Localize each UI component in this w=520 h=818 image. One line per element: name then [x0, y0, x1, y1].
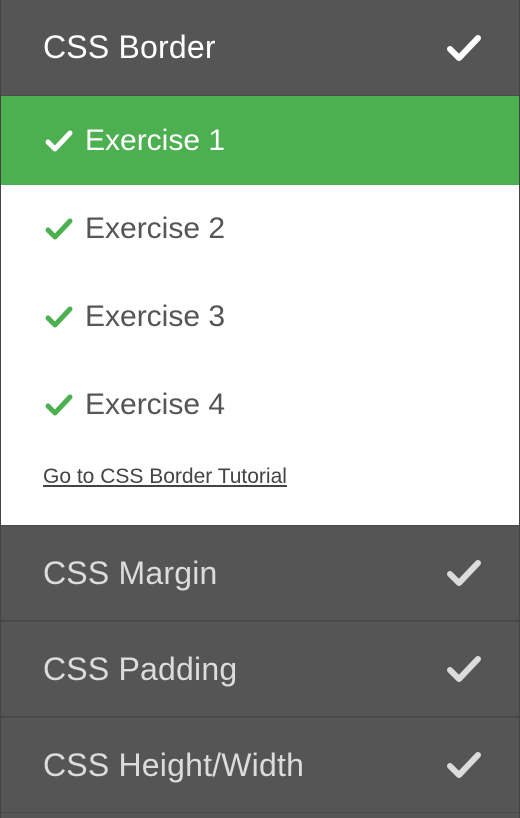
- section-title: CSS Margin: [43, 554, 218, 591]
- exercise-item-1[interactable]: Exercise 1: [1, 96, 519, 185]
- checkmark-icon: [447, 751, 481, 779]
- exercise-label: Exercise 3: [85, 300, 226, 333]
- checkmark-icon: [45, 305, 73, 329]
- checkmark-icon: [45, 129, 73, 153]
- exercise-item-2[interactable]: Exercise 2: [1, 185, 519, 273]
- exercise-label: Exercise 4: [85, 388, 226, 421]
- checkmark-icon: [447, 34, 481, 62]
- section-title: CSS Padding: [43, 650, 238, 687]
- section-header-css-margin[interactable]: CSS Margin: [1, 525, 519, 621]
- section-header-css-height-width[interactable]: CSS Height/Width: [1, 717, 519, 813]
- exercise-list: Exercise 1 Exercise 2 Exercise 3 Exercis…: [1, 96, 519, 525]
- exercise-menu-panel: CSS Border Exercise 1 Exercise 2 Exercis…: [0, 0, 520, 818]
- exercise-item-3[interactable]: Exercise 3: [1, 273, 519, 361]
- section-title: CSS Border: [43, 29, 216, 65]
- section-header-css-padding[interactable]: CSS Padding: [1, 621, 519, 717]
- checkmark-icon: [45, 393, 73, 417]
- section-title: CSS Height/Width: [43, 746, 305, 783]
- tutorial-link[interactable]: Go to CSS Border Tutorial: [43, 465, 287, 489]
- checkmark-icon: [45, 217, 73, 241]
- exercise-label: Exercise 2: [85, 212, 226, 245]
- exercise-label: Exercise 1: [85, 123, 226, 157]
- tutorial-link-row: Go to CSS Border Tutorial: [1, 449, 519, 525]
- checkmark-icon: [447, 559, 481, 587]
- exercise-item-4[interactable]: Exercise 4: [1, 361, 519, 449]
- section-header-css-border[interactable]: CSS Border: [1, 0, 519, 96]
- checkmark-icon: [447, 655, 481, 683]
